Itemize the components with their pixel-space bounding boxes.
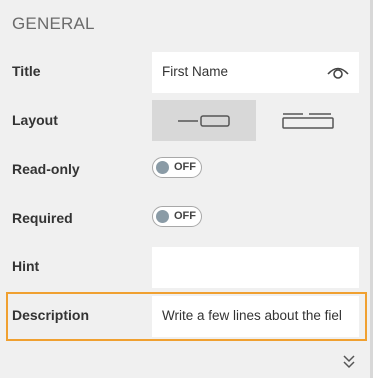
toggle-knob (156, 161, 169, 174)
title-field[interactable]: First Name (152, 52, 359, 93)
hint-label: Hint (12, 258, 40, 274)
description-label: Description (12, 307, 90, 323)
layout-stacked-option[interactable] (256, 100, 359, 141)
required-toggle-state: OFF (174, 210, 196, 222)
hint-field[interactable] (152, 247, 359, 288)
layout-inline-option[interactable] (152, 100, 256, 141)
title-label: Title (12, 63, 41, 79)
section-title: GENERAL (12, 14, 95, 33)
title-field-value: First Name (162, 64, 229, 79)
eye-icon[interactable] (327, 64, 349, 80)
description-field-value: Write a few lines about the fiel (162, 308, 342, 323)
layout-stacked-icon (281, 112, 334, 129)
readonly-toggle[interactable]: OFF (152, 157, 202, 178)
toggle-knob (156, 210, 169, 223)
readonly-label: Read-only (12, 161, 80, 177)
required-label: Required (12, 210, 73, 226)
double-chevron-down-icon[interactable] (341, 353, 357, 369)
layout-label: Layout (12, 112, 58, 128)
readonly-toggle-state: OFF (174, 161, 196, 173)
layout-inline-icon (178, 114, 230, 127)
required-toggle[interactable]: OFF (152, 206, 202, 227)
description-field[interactable]: Write a few lines about the fiel (152, 296, 359, 337)
